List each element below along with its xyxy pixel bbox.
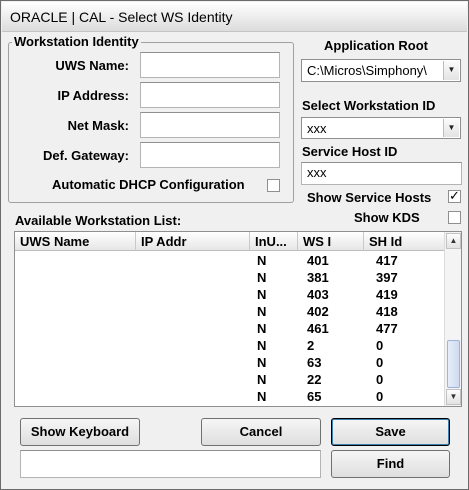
sh-id-cell: 477 <box>376 321 398 336</box>
table-row[interactable]: N 2 0 <box>15 337 445 354</box>
ws-id-cell: 461 <box>307 321 329 336</box>
title-bar[interactable]: ORACLE | CAL - Select WS Identity <box>2 2 467 32</box>
workstation-list[interactable]: UWS Name IP Addr InU... WS I SH Id N 401… <box>14 231 462 407</box>
show-service-hosts-label: Show Service Hosts <box>307 190 432 205</box>
uws-name-input[interactable] <box>140 52 280 78</box>
ws-id-cell: 22 <box>307 372 322 387</box>
in-use-cell: N <box>257 389 267 404</box>
ws-id-cell: 402 <box>307 304 329 319</box>
application-root-combo[interactable]: C:\Micros\Simphony\ ▼ <box>301 59 461 82</box>
dhcp-label: Automatic DHCP Configuration <box>52 177 245 192</box>
ws-id-cell: 401 <box>307 253 329 268</box>
table-row[interactable]: N 65 0 <box>15 388 445 405</box>
uws-name-label: UWS Name: <box>55 58 129 73</box>
column-header-ip-addr[interactable]: IP Addr <box>136 232 250 251</box>
ip-address-label: IP Address: <box>57 88 129 103</box>
ws-id-cell: 403 <box>307 287 329 302</box>
net-mask-label: Net Mask: <box>67 118 129 133</box>
service-host-label: Service Host ID <box>302 144 398 159</box>
table-row[interactable]: N 402 418 <box>15 303 445 320</box>
table-row[interactable]: N 381 397 <box>15 269 445 286</box>
application-root-value: C:\Micros\Simphony\ <box>307 63 427 78</box>
table-row[interactable]: N 401 417 <box>15 252 445 269</box>
in-use-cell: N <box>257 304 267 319</box>
show-keyboard-button[interactable]: Show Keyboard <box>20 418 140 446</box>
in-use-cell: N <box>257 270 267 285</box>
ws-id-cell: 381 <box>307 270 329 285</box>
sh-id-cell: 397 <box>376 270 398 285</box>
save-button[interactable]: Save <box>331 418 450 446</box>
net-mask-input[interactable] <box>140 112 280 138</box>
workstation-list-scrollbar[interactable]: ▲ ▼ <box>444 232 461 406</box>
in-use-cell: N <box>257 372 267 387</box>
in-use-cell: N <box>257 338 267 353</box>
select-workstation-value: xxx <box>307 121 327 136</box>
scrollbar-thumb[interactable] <box>447 340 460 388</box>
table-row[interactable]: N 461 477 <box>15 320 445 337</box>
def-gateway-label: Def. Gateway: <box>43 148 129 163</box>
dhcp-checkbox[interactable] <box>267 179 280 192</box>
find-input[interactable] <box>20 450 321 478</box>
sh-id-cell: 418 <box>376 304 398 319</box>
service-host-input[interactable]: xxx <box>301 162 462 185</box>
chevron-down-icon[interactable]: ▼ <box>443 61 459 80</box>
workstation-list-rows: N 401 417 N 381 397 N 403 419 N 402 418 … <box>15 252 445 405</box>
select-workstation-label: Select Workstation ID <box>302 98 436 113</box>
scroll-down-icon[interactable]: ▼ <box>446 389 461 405</box>
ws-id-cell: 63 <box>307 355 322 370</box>
table-row[interactable]: N 403 419 <box>15 286 445 303</box>
in-use-cell: N <box>257 287 267 302</box>
scroll-up-icon[interactable]: ▲ <box>446 233 461 249</box>
table-row[interactable]: N 63 0 <box>15 354 445 371</box>
ws-id-cell: 2 <box>307 338 315 353</box>
def-gateway-input[interactable] <box>140 142 280 168</box>
column-header-in-use[interactable]: InU... <box>250 232 298 251</box>
chevron-down-icon[interactable]: ▼ <box>443 119 459 137</box>
sh-id-cell: 0 <box>376 372 384 387</box>
in-use-cell: N <box>257 355 267 370</box>
show-kds-checkbox[interactable] <box>448 211 461 224</box>
sh-id-cell: 0 <box>376 338 384 353</box>
cancel-button[interactable]: Cancel <box>201 418 321 446</box>
select-workstation-combo[interactable]: xxx ▼ <box>301 117 461 139</box>
column-header-sh-id[interactable]: SH Id <box>364 232 445 251</box>
ip-address-input[interactable] <box>140 82 280 108</box>
select-ws-identity-window: ORACLE | CAL - Select WS Identity Workst… <box>0 0 469 490</box>
show-service-hosts-checkbox[interactable] <box>448 188 461 204</box>
workstation-identity-legend: Workstation Identity <box>12 34 141 49</box>
sh-id-cell: 419 <box>376 287 398 302</box>
sh-id-cell: 0 <box>376 389 384 404</box>
workstation-list-header: UWS Name IP Addr InU... WS I SH Id <box>15 232 445 251</box>
column-header-ws-id[interactable]: WS I <box>298 232 364 251</box>
application-root-label: Application Root <box>324 38 428 53</box>
find-button[interactable]: Find <box>331 450 450 478</box>
in-use-cell: N <box>257 321 267 336</box>
window-title: ORACLE | CAL - Select WS Identity <box>10 9 233 25</box>
show-kds-label: Show KDS <box>354 210 420 225</box>
sh-id-cell: 0 <box>376 355 384 370</box>
in-use-cell: N <box>257 253 267 268</box>
table-row[interactable]: N 22 0 <box>15 371 445 388</box>
sh-id-cell: 417 <box>376 253 398 268</box>
ws-id-cell: 65 <box>307 389 322 404</box>
column-header-uws-name[interactable]: UWS Name <box>15 232 136 251</box>
workstation-list-label: Available Workstation List: <box>15 213 182 228</box>
